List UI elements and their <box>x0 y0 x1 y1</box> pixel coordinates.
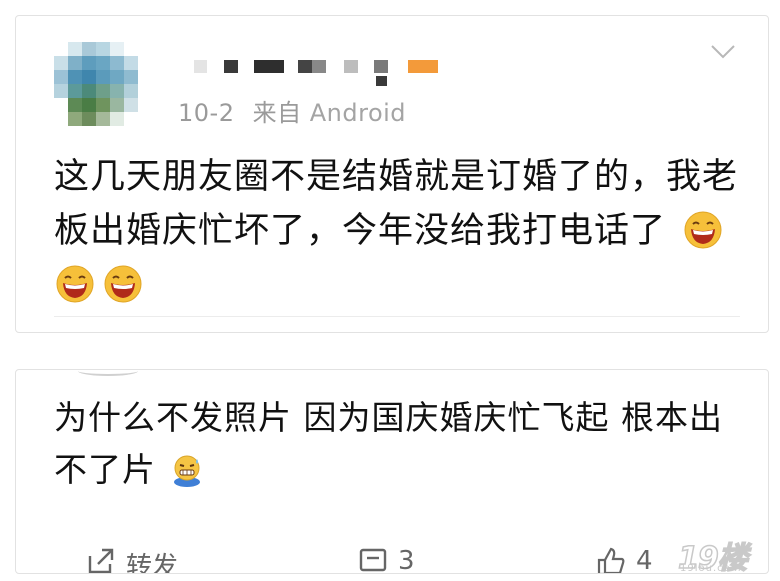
grinning-laugh-emoji <box>684 211 722 249</box>
like-button[interactable]: 4 <box>596 546 653 574</box>
chevron-down-icon[interactable] <box>710 44 736 60</box>
comment-body: 为什么不发照片 因为国庆婚庆忙飞起 根本出不了片 <box>54 392 744 496</box>
avatar[interactable] <box>54 42 146 134</box>
source-prefix: 来自 <box>252 99 302 127</box>
comment-text: 为什么不发照片 因为国庆婚庆忙飞起 根本出不了片 <box>54 398 723 489</box>
comment-icon <box>359 548 387 572</box>
action-bar: 转发 3 4 <box>16 546 768 574</box>
grinning-laugh-emoji <box>104 265 142 303</box>
repost-button[interactable]: 转发 <box>86 546 179 574</box>
post-body: 这几天朋友圈不是结婚就是订婚了的，我老板出婚庆忙坏了，今年没给我打电话了 <box>54 150 744 312</box>
post-date: 10-2 <box>178 99 235 127</box>
comment-count: 3 <box>398 546 415 574</box>
divider <box>54 316 740 317</box>
watermark-sub: 19lou.com <box>680 563 742 574</box>
person-sweat-emoji <box>174 455 200 487</box>
post-source: Android <box>309 99 407 127</box>
thumbs-up-icon <box>597 547 625 573</box>
comment-button[interactable]: 3 <box>358 546 415 574</box>
repost-label: 转发 <box>126 552 179 574</box>
watermark-logo: 19楼 19lou.com <box>677 535 770 577</box>
divider <box>78 370 138 376</box>
repost-icon <box>88 548 114 573</box>
like-count: 4 <box>636 546 653 574</box>
post-meta: 10-2 来自 Android <box>178 93 406 128</box>
comment-card: 为什么不发照片 因为国庆婚庆忙飞起 根本出不了片 转发 3 4 <box>15 369 769 574</box>
avatar-image <box>54 42 146 134</box>
post-text: 这几天朋友圈不是结婚就是订婚了的，我老板出婚庆忙坏了，今年没给我打电话了 <box>54 157 739 251</box>
grinning-laugh-emoji <box>56 265 94 303</box>
post-card: 10-2 来自 Android 这几天朋友圈不是结婚就是订婚了的，我老板出婚庆忙… <box>15 15 769 333</box>
